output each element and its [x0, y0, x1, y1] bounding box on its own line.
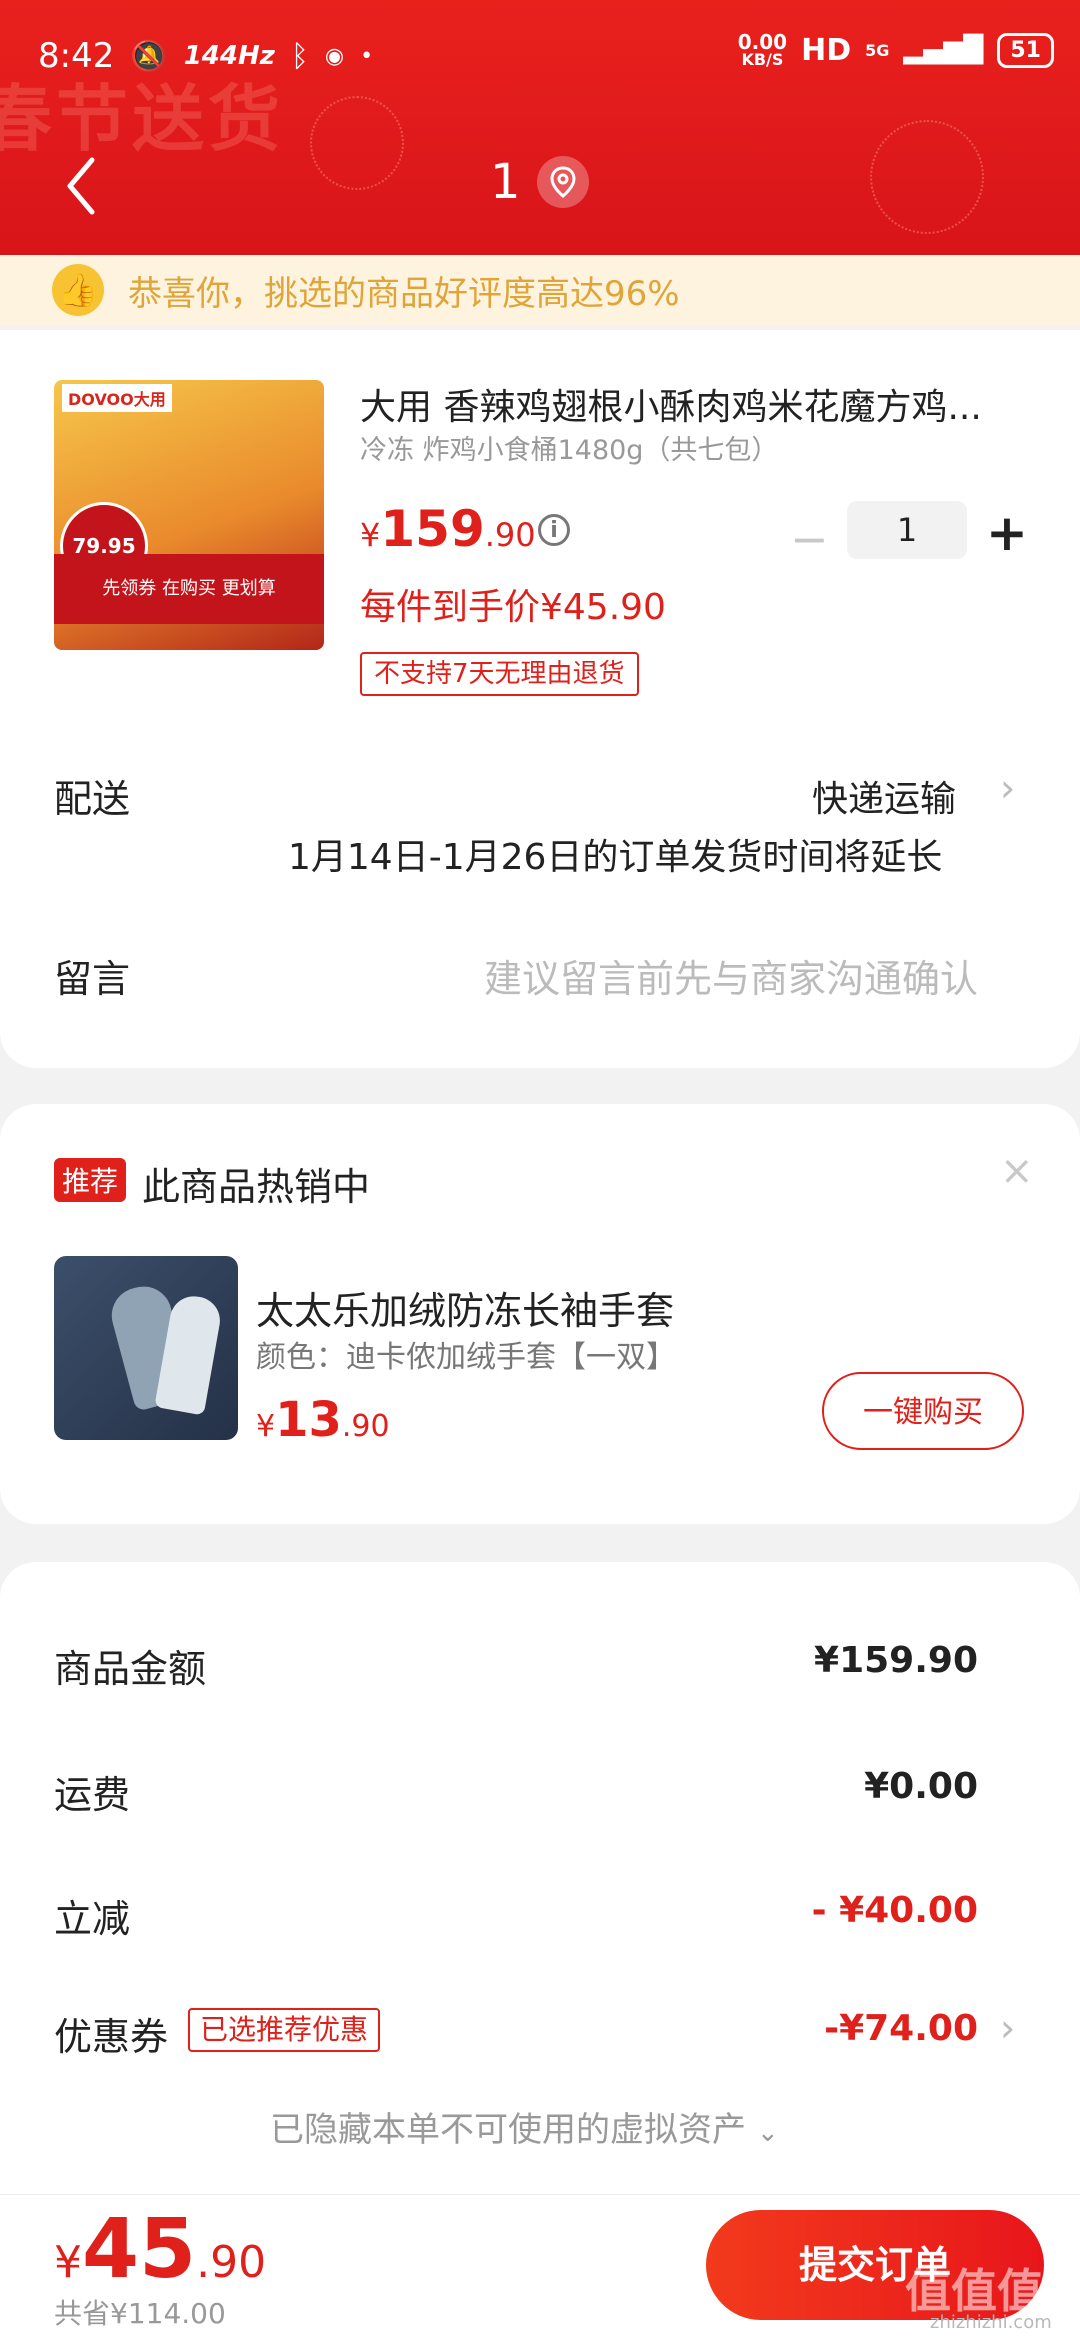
rating-notice-text: 恭喜你，挑选的商品好评度高达96%	[128, 273, 680, 314]
back-button[interactable]	[62, 156, 102, 216]
return-policy-badge: 不支持7天无理由退货	[360, 652, 639, 696]
price-integer: 13	[275, 1392, 342, 1448]
product-image-brand: DOVOO大用	[62, 384, 172, 412]
quantity-decrease-button[interactable]: −	[790, 512, 829, 566]
header: 春节送货 8:42 🔕 144Hz ᛒ ◉ • 0.00 KB/S HD 5G …	[0, 0, 1080, 260]
shipping-value: ¥0.00	[864, 1766, 978, 1807]
bluetooth-icon: ᛒ	[290, 38, 309, 74]
coupon-selected-tag: 已选推荐优惠	[188, 2008, 381, 2052]
product-spec: 冷冻 炸鸡小食桶1480g（共七包）	[360, 435, 779, 466]
price-integer: 45	[82, 2202, 197, 2297]
recommend-badge: 推荐	[54, 1158, 127, 1202]
recommend-item-price: ¥13.90	[256, 1392, 390, 1448]
net-speed-value: 0.00	[737, 30, 788, 54]
refresh-rate: 144Hz	[183, 41, 275, 71]
battery-icon: 51	[997, 32, 1054, 68]
one-click-buy-button[interactable]: 一键购买	[822, 1372, 1024, 1450]
hidden-assets-text: 已隐藏本单不可使用的虚拟资产	[270, 2110, 746, 2150]
hd-indicator: HD	[801, 32, 852, 68]
message-label: 留言	[54, 957, 131, 1001]
coupon-label: 优惠券	[54, 2015, 169, 2059]
mute-icon: 🔕	[130, 38, 168, 74]
clock: 8:42	[38, 36, 115, 76]
status-bar: 8:42 🔕 144Hz ᛒ ◉ • 0.00 KB/S HD 5G ▂▄▆█ …	[0, 28, 1080, 88]
total-saved: 共省¥114.00	[54, 2297, 226, 2330]
chevron-right-icon[interactable]: ›	[1000, 766, 1015, 810]
price-symbol: ¥	[360, 516, 381, 554]
product-image[interactable]: DOVOO大用 79.95 先领券 在购买 更划算	[54, 380, 324, 650]
page-title: 1	[490, 154, 521, 210]
final-unit-price: 每件到手价¥45.90	[360, 587, 666, 628]
delivery-label: 配送	[54, 777, 131, 821]
coupon-value[interactable]: -¥74.00	[824, 2008, 978, 2049]
hidden-assets-toggle[interactable]: 已隐藏本单不可使用的虚拟资产 ⌄	[270, 2102, 779, 2151]
product-price: ¥159.90	[360, 500, 536, 558]
recommend-item-name[interactable]: 太太乐加绒防冻长袖手套	[256, 1280, 674, 1335]
price-decimal: .90	[484, 516, 536, 554]
net-speed: 0.00 KB/S	[738, 32, 787, 68]
location-pin-icon	[550, 166, 576, 198]
discount-value: - ¥40.00	[811, 1890, 978, 1931]
dot-icon: •	[360, 43, 374, 69]
shipping-label: 运费	[54, 1773, 131, 1817]
product-image-promo: 先领券 在购买 更划算	[54, 554, 324, 624]
recommend-title: 此商品热销中	[142, 1165, 371, 1209]
network-type: 5G	[865, 40, 890, 60]
rating-notice: 👍 恭喜你，挑选的商品好评度高达96%	[0, 255, 1080, 325]
total-price: ¥45.90	[54, 2202, 266, 2297]
quantity-input[interactable]: 1	[847, 501, 967, 559]
price-symbol: ¥	[256, 1409, 276, 1444]
goods-amount-value: ¥159.90	[814, 1640, 978, 1681]
recommend-item-image[interactable]	[54, 1256, 238, 1440]
nfc-icon: ◉	[324, 43, 345, 69]
watermark-url: zhizhizhi.com	[930, 2312, 1052, 2333]
location-button[interactable]	[537, 156, 589, 208]
price-decimal: .90	[196, 2237, 267, 2288]
chevron-right-icon[interactable]: ›	[1000, 2006, 1015, 2050]
signal-icon: ▂▄▆█	[903, 35, 984, 65]
back-arrow-icon	[67, 157, 95, 215]
message-input[interactable]: 建议留言前先与商家沟通确认	[484, 948, 978, 1003]
thumbs-up-icon: 👍	[52, 264, 104, 316]
net-speed-unit: KB/S	[741, 50, 784, 69]
discount-label: 立减	[54, 1897, 131, 1941]
nav-bar: 1	[0, 150, 1080, 230]
quantity-increase-button[interactable]: +	[986, 504, 1028, 562]
recommend-item-color: 颜色：迪卡侬加绒手套【一双】	[256, 1340, 676, 1375]
delivery-delay-notice: 1月14日-1月26日的订单发货时间将延长	[288, 837, 943, 878]
price-symbol: ¥	[54, 2237, 82, 2288]
goods-amount-label: 商品金额	[54, 1647, 207, 1691]
delivery-method[interactable]: 快递运输	[812, 770, 956, 822]
chevron-down-icon: ⌄	[756, 2118, 779, 2148]
product-title[interactable]: 大用 香辣鸡翅根小酥肉鸡米花魔方鸡...	[360, 378, 982, 430]
price-integer: 159	[380, 500, 485, 558]
price-info-icon[interactable]: i	[538, 514, 570, 546]
price-decimal: .90	[341, 1409, 390, 1444]
close-icon[interactable]: ×	[1000, 1148, 1034, 1194]
